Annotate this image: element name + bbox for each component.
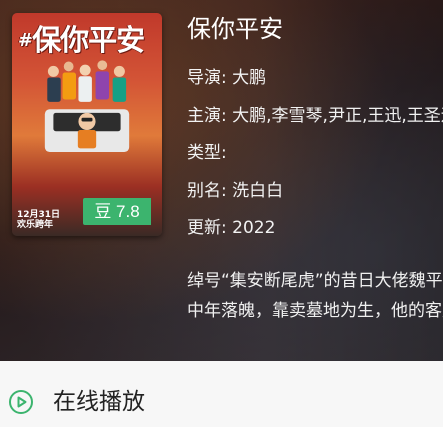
alias-row: 别名洗白白 <box>187 180 283 202</box>
director-value[interactable]: 大鹏 <box>232 68 266 88</box>
score-value: 7.8 <box>116 202 140 221</box>
description-line: 绰号“集安断尾虎”的昔日大佬魏平安 <box>187 271 443 291</box>
play-circle-icon[interactable] <box>8 389 34 415</box>
cast-row: 主演大鹏,李雪琴,尹正,王迅,王圣迪 <box>187 105 443 127</box>
movie-description[interactable]: 绰号“集安断尾虎”的昔日大佬魏平安 中年落魄，靠卖墓地为生，他的客户 <box>187 266 443 326</box>
cast-value[interactable]: 大鹏,李雪琴,尹正,王迅,王圣迪 <box>232 106 443 126</box>
poster-release-date: 12月31日 欢乐跨年 <box>17 210 61 230</box>
movie-detail-page: #保你平安 12月31日 欢乐跨年 豆 7.8 保你平安 导演大鹏 主演大鹏,李… <box>0 0 443 427</box>
updated-row: 更新2022 <box>187 217 275 239</box>
director-row: 导演大鹏 <box>187 67 266 89</box>
updated-value: 2022 <box>232 218 276 238</box>
description-line: 中年落魄，靠卖墓地为生，他的客户 <box>187 301 443 321</box>
online-play-label[interactable]: 在线播放 <box>53 386 145 418</box>
genre-row: 类型 <box>187 142 227 164</box>
alias-value: 洗白白 <box>232 181 284 201</box>
movie-title: 保你平安 <box>187 15 283 43</box>
poster-title: #保你平安 <box>18 23 145 57</box>
score-label: 豆 <box>94 202 112 221</box>
poster-art <box>44 60 130 152</box>
douban-score-badge: 豆 7.8 <box>83 198 151 225</box>
